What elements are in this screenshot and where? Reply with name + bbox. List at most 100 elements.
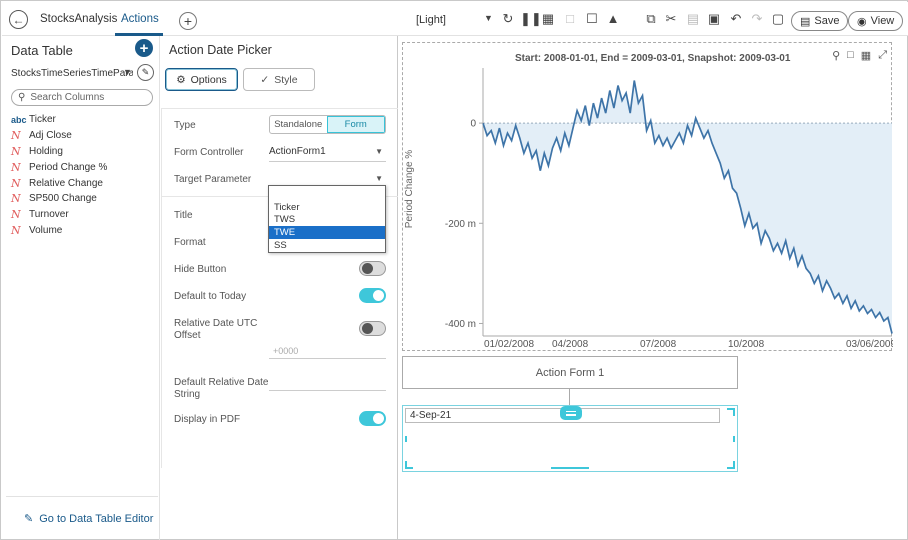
cut-icon[interactable]: ✂: [663, 11, 679, 27]
export-icon[interactable]: ▦: [861, 49, 871, 62]
list-item[interactable]: N Period Change %: [11, 159, 107, 175]
title-label: Title: [174, 210, 193, 221]
resize-handle-right[interactable]: [733, 436, 735, 442]
resize-handle-left[interactable]: [405, 436, 407, 442]
date-picker-component[interactable]: 4-Sep-21: [402, 405, 738, 472]
calendar-icon[interactable]: ▦: [540, 11, 556, 27]
y-tick-label: -200 m: [445, 219, 476, 230]
tab-options[interactable]: ⚙ Options: [165, 68, 238, 91]
panel-title: Data Table: [11, 43, 73, 58]
chevron-down-icon[interactable]: ▼: [123, 67, 132, 77]
dashboard-canvas: 0 -200 m -400 m 01/02/2008 04/2008 07/2008 10/…: [399, 36, 908, 540]
paste-icon[interactable]: ▤: [685, 11, 701, 27]
column-search[interactable]: ⚲: [11, 89, 153, 106]
action-form[interactable]: Action Form 1: [402, 356, 738, 389]
comment-icon[interactable]: ▢: [770, 11, 786, 27]
pause-icon[interactable]: ❚❚: [520, 11, 542, 27]
resize-corner-bottom-left[interactable]: [405, 461, 413, 469]
utc-offset-label-line1: Relative Date UTC: [174, 318, 258, 329]
target-parameter-dropdown: Ticker TWS TWE SS: [268, 185, 386, 253]
add-tab-icon[interactable]: +: [179, 12, 197, 30]
bookmark-icon[interactable]: ☐: [584, 11, 600, 27]
default-relative-label: Default Relative Date String: [174, 377, 269, 401]
copy-icon[interactable]: ⧉: [643, 11, 659, 27]
format-label: Format: [174, 237, 206, 248]
settings-panel: Action Date Picker ⚙ Options ✓ Style Typ…: [161, 36, 398, 540]
list-item[interactable]: N Turnover: [11, 207, 107, 223]
view-button[interactable]: ◉ View: [848, 11, 904, 31]
data-source-select[interactable]: StocksTimeSeriesTimeParameterized: [11, 68, 133, 79]
type-form-option[interactable]: Form: [326, 116, 385, 133]
tab-label: Style: [274, 73, 298, 86]
utc-offset-placeholder[interactable]: +0000: [273, 346, 298, 356]
document-icon[interactable]: □: [562, 11, 578, 26]
bell-icon[interactable]: ▲: [605, 11, 621, 26]
default-relative-field[interactable]: [269, 390, 386, 391]
drag-handle-icon[interactable]: [560, 406, 582, 420]
data-table-editor-link[interactable]: ✎ Go to Data Table Editor: [24, 512, 153, 526]
list-item[interactable]: abc Ticker: [11, 112, 107, 128]
expand-icon[interactable]: ⤢: [878, 49, 887, 62]
search-input[interactable]: [30, 92, 141, 103]
divider: [161, 108, 398, 109]
utc-offset-toggle[interactable]: [359, 321, 386, 336]
dropdown-option-ss[interactable]: SS: [269, 239, 385, 252]
list-item[interactable]: N Volume: [11, 223, 107, 239]
tab-style[interactable]: ✓ Style: [243, 68, 315, 91]
add-data-icon[interactable]: +: [135, 39, 153, 57]
tab-actions[interactable]: Actions: [121, 13, 159, 25]
x-tick-label: 01/02/2008: [484, 339, 534, 350]
list-item[interactable]: N Adj Close: [11, 128, 107, 144]
display-pdf-toggle[interactable]: [359, 411, 386, 426]
type-standalone-option[interactable]: Standalone: [270, 116, 327, 133]
list-item[interactable]: N Relative Change: [11, 175, 107, 191]
column-name: SP500 Change: [29, 193, 97, 205]
column-name: Period Change %: [29, 161, 108, 173]
select-region-icon[interactable]: □: [847, 49, 854, 62]
hide-button-label: Hide Button: [174, 264, 227, 275]
app-window: ← StocksAnalysis Actions + [Light] ▼ ↻ ❚…: [0, 0, 908, 540]
back-arrow-icon[interactable]: ←: [9, 10, 28, 29]
numeric-type-icon: N: [11, 223, 21, 237]
x-tick-label: 07/2008: [640, 339, 677, 350]
toggle-knob: [362, 263, 373, 274]
chevron-down-icon: ▼: [375, 174, 383, 183]
dropdown-option-twe[interactable]: TWE: [269, 226, 385, 239]
list-item[interactable]: N Holding: [11, 144, 107, 160]
save-label: Save: [814, 15, 840, 27]
resize-corner-bottom-right[interactable]: [727, 461, 735, 469]
redo-icon[interactable]: ↷: [749, 11, 765, 27]
hide-button-toggle[interactable]: [359, 261, 386, 276]
settings-title: Action Date Picker: [169, 43, 272, 57]
tab-stocks-analysis[interactable]: StocksAnalysis: [40, 13, 117, 25]
divider: [161, 108, 162, 468]
delete-icon[interactable]: ▣: [706, 11, 722, 27]
default-relative-label-line2: String: [174, 389, 201, 400]
gear-icon: ⚙: [176, 73, 186, 86]
dropdown-option-tws[interactable]: TWS: [269, 214, 385, 227]
dropdown-option-ticker[interactable]: Ticker: [269, 201, 385, 214]
utc-offset-label-line2: Offset: [174, 330, 201, 341]
theme-caret-icon[interactable]: ▼: [484, 13, 493, 23]
target-parameter-label: Target Parameter: [174, 174, 252, 185]
tab-label: Options: [190, 73, 227, 86]
resize-corner-top-right[interactable]: [727, 408, 735, 416]
chart-panel[interactable]: 0 -200 m -400 m 01/02/2008 04/2008 07/2008 10/…: [402, 42, 893, 351]
default-today-toggle[interactable]: [359, 288, 386, 303]
resize-handle-bottom[interactable]: [551, 467, 589, 469]
undo-icon[interactable]: ↶: [728, 11, 744, 27]
utc-offset-field[interactable]: [269, 358, 386, 359]
form-controller-select[interactable]: ActionForm1 ▼: [269, 146, 386, 162]
y-tick-label: 0: [470, 119, 476, 130]
save-button[interactable]: ▤ Save: [791, 11, 849, 31]
edit-pencil-icon[interactable]: ✎: [137, 64, 154, 81]
x-tick-label: 04/2008: [552, 339, 589, 350]
text-type-icon: abc: [11, 114, 27, 125]
refresh-icon[interactable]: ↻: [500, 11, 516, 27]
series-area: [483, 80, 892, 334]
save-icon: ▤: [800, 15, 811, 28]
search-icon: ⚲: [18, 92, 26, 103]
search-icon[interactable]: ⚲: [832, 49, 840, 62]
numeric-type-icon: N: [11, 160, 21, 174]
list-item[interactable]: N SP500 Change: [11, 191, 107, 207]
